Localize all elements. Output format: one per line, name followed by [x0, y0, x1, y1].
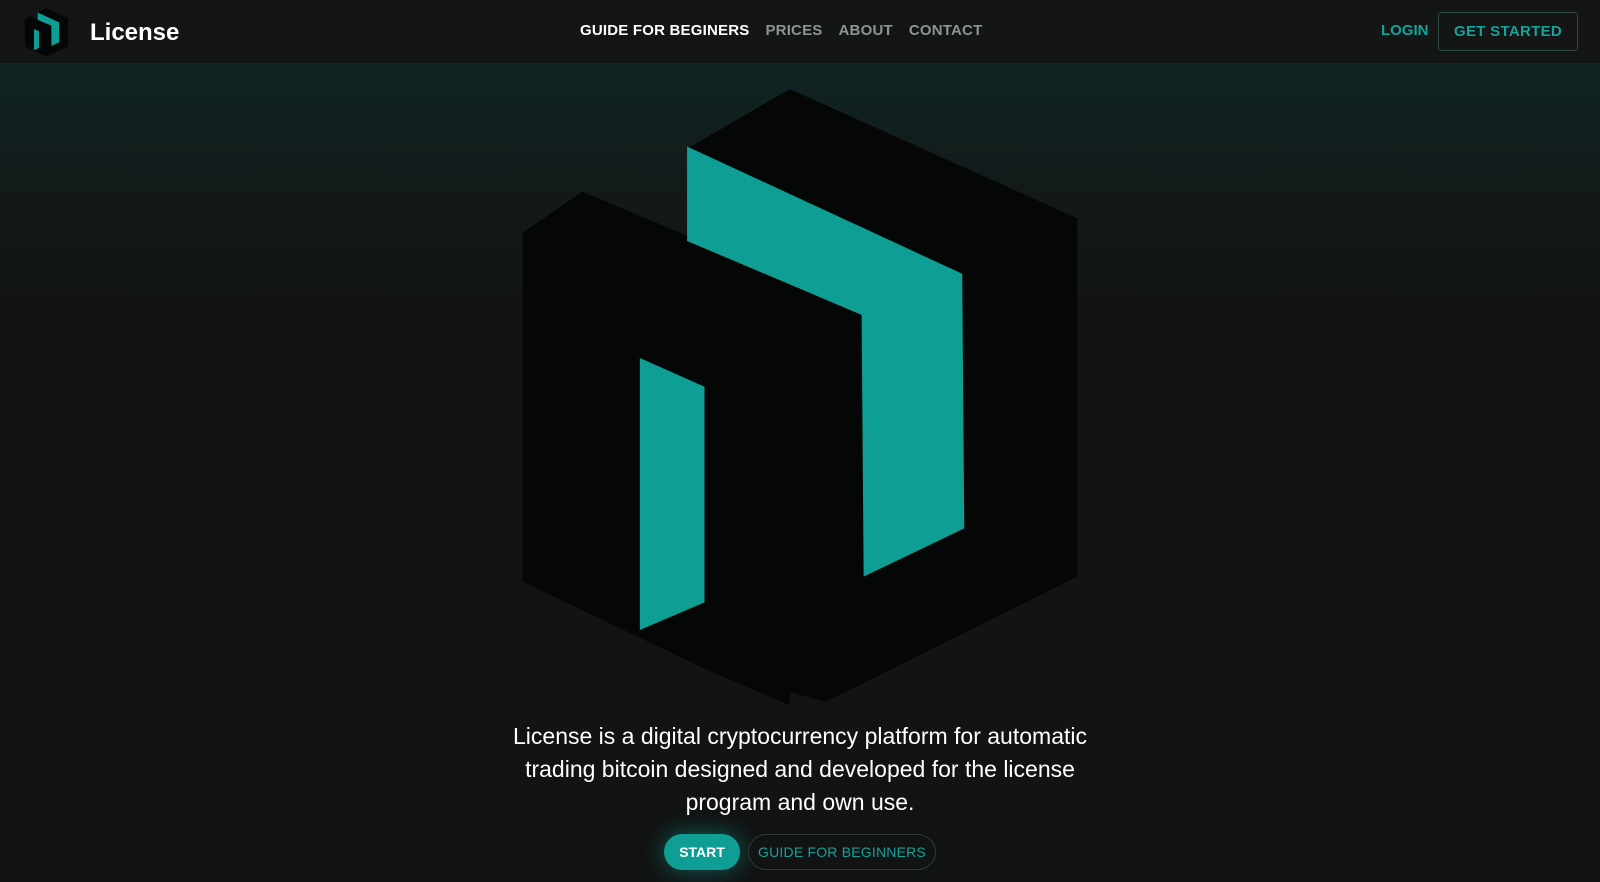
- hero-logo-icon: [522, 89, 1078, 705]
- top-navbar: License GUIDE FOR BEGINERS PRICES ABOUT …: [0, 0, 1600, 64]
- login-link[interactable]: LOGIN: [1381, 22, 1429, 39]
- hero-cta-row: START GUIDE FOR BEGINNERS: [0, 834, 1600, 870]
- nav-link-about[interactable]: ABOUT: [839, 22, 893, 39]
- nav-link-guide-for-beginers[interactable]: GUIDE FOR BEGINERS: [580, 22, 749, 39]
- license-logo-icon: [24, 8, 69, 56]
- hero-tagline: License is a digital cryptocurrency plat…: [513, 723, 1087, 815]
- brand-link[interactable]: License: [24, 8, 179, 56]
- get-started-button[interactable]: GET STARTED: [1438, 12, 1578, 51]
- brand-name: License: [90, 19, 180, 46]
- nav-link-prices[interactable]: PRICES: [765, 22, 822, 39]
- nav-link-contact[interactable]: CONTACT: [909, 22, 983, 39]
- guide-for-beginners-button[interactable]: GUIDE FOR BEGINNERS: [748, 834, 936, 870]
- main-nav: GUIDE FOR BEGINERS PRICES ABOUT CONTACT: [580, 22, 982, 39]
- start-button[interactable]: START: [664, 834, 740, 870]
